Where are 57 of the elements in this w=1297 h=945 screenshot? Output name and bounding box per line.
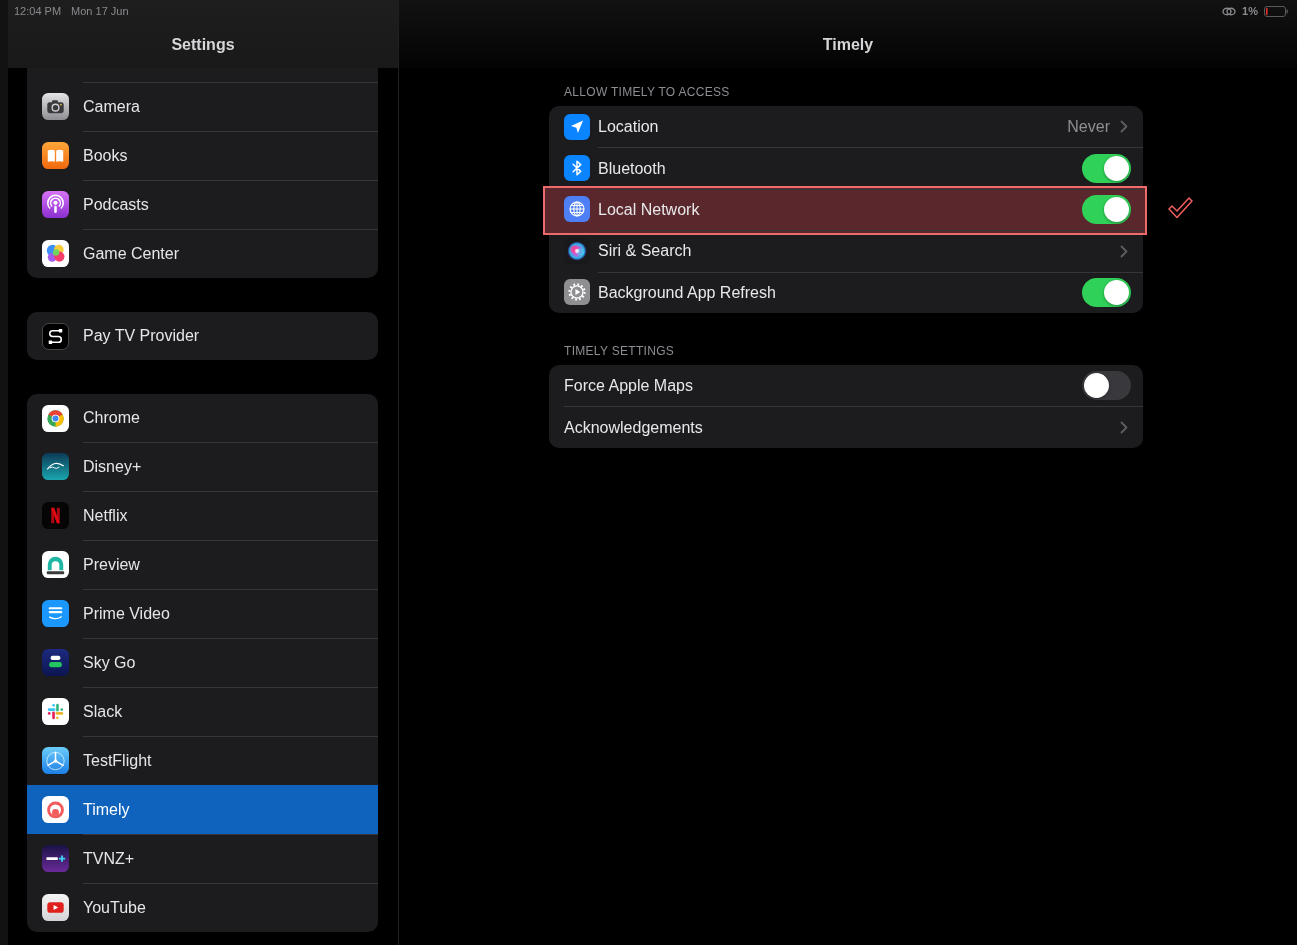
linked-rings-icon: [1222, 7, 1237, 16]
hash-logo-icon: [42, 698, 69, 725]
rings-logo-icon: [42, 796, 69, 823]
row-label: Siri & Search: [598, 242, 693, 261]
sidebar-item[interactable]: Pay TV Provider: [27, 312, 378, 360]
section-header: TIMELY SETTINGS: [563, 343, 676, 359]
sidebar-item[interactable]: Camera: [27, 82, 378, 131]
book-icon: [42, 142, 69, 169]
row-label: Force Apple Maps: [564, 376, 694, 395]
propeller-icon: [42, 747, 69, 774]
row-label: Bluetooth: [598, 159, 667, 178]
sidebar-item[interactable]: Game Center: [27, 229, 378, 278]
circle-logo-icon: [42, 404, 69, 432]
row-label: Local Network: [598, 200, 701, 219]
arch-logo-icon: [42, 551, 69, 578]
sidebar-item[interactable]: Podcasts: [27, 180, 378, 229]
battery-percent: 1%: [1242, 5, 1258, 18]
stripes-logo-icon: [42, 649, 69, 676]
bubbles-icon: [42, 240, 69, 267]
sidebar-item[interactable]: YouTube: [27, 883, 378, 932]
toggle-switch[interactable]: [1082, 154, 1131, 184]
ribbon-logo-icon: [42, 502, 69, 529]
row-label: Acknowledgements: [564, 418, 704, 437]
detail-title: Timely: [822, 35, 874, 55]
sidebar-item[interactable]: Slack: [27, 687, 378, 736]
globe-icon: [564, 196, 590, 223]
row-label: Location: [598, 117, 660, 136]
chevron-icon: [1120, 120, 1128, 134]
bluetooth-icon: [564, 155, 590, 182]
sidebar-title: Settings: [171, 35, 235, 55]
arc-logo-icon: [42, 453, 69, 480]
sidebar-item[interactable]: Preview: [27, 540, 378, 589]
sidebar-item[interactable]: Chrome: [27, 394, 378, 442]
row-label: Background App Refresh: [598, 283, 777, 302]
section-header: ALLOW TIMELY TO ACCESS: [563, 85, 731, 100]
sidebar-item[interactable]: Disney+: [27, 442, 378, 491]
toggle-switch[interactable]: [1082, 278, 1131, 308]
smile-logo-icon: [42, 600, 69, 627]
sidebar-item[interactable]: TVNZ+: [27, 834, 378, 883]
row-value: Never: [1067, 117, 1110, 136]
gear-icon: [564, 279, 590, 306]
sidebar-item[interactable]: Timely: [27, 785, 378, 834]
toggle-switch[interactable]: [1082, 371, 1131, 401]
sidebar-item[interactable]: Books: [27, 131, 378, 180]
cable-icon: [42, 322, 69, 350]
plus-logo-icon: [42, 845, 69, 872]
sidebar-item[interactable]: Prime Video: [27, 589, 378, 638]
battery-icon: [1264, 6, 1288, 17]
sidebar-item[interactable]: Sky Go: [27, 638, 378, 687]
sidebar-item[interactable]: Netflix: [27, 491, 378, 540]
chevron-icon: [1120, 244, 1128, 258]
status-date: Mon 17 Jun: [71, 5, 129, 18]
status-time: 12:04 PM: [14, 5, 62, 18]
chevron-icon: [1120, 421, 1128, 435]
podcast-icon: [42, 191, 69, 218]
camera-icon: [42, 93, 69, 120]
play-button-icon: [42, 894, 69, 921]
